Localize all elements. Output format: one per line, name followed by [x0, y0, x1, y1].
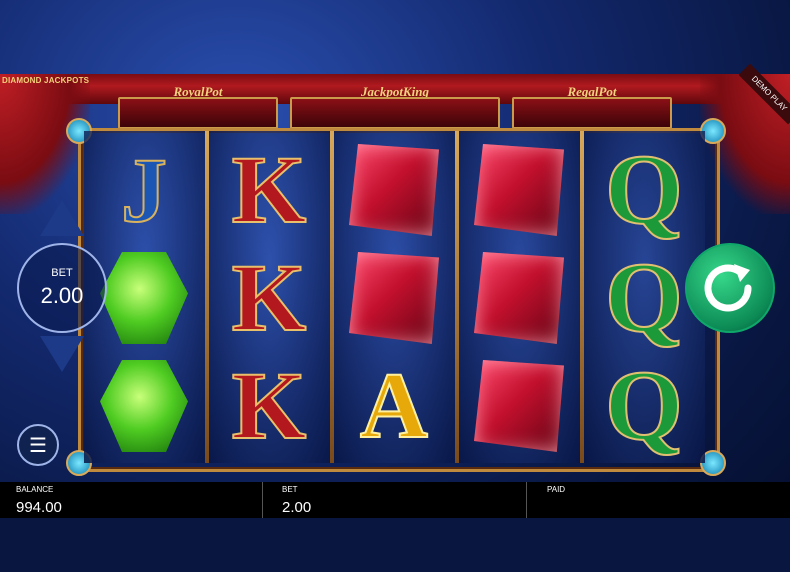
balance-cell: BALANCE 994.00 [10, 482, 263, 518]
symbol-k: K [215, 246, 323, 350]
symbol-letter: K [231, 352, 308, 459]
symbol-q: Q [590, 246, 698, 350]
ruby-gem-icon [349, 144, 439, 236]
ruby-symbol [465, 354, 573, 458]
reel-separator [205, 131, 209, 463]
bet-value: 2.00 [40, 283, 84, 308]
symbol-letter: A [359, 354, 429, 458]
balance-value: 994.00 [16, 499, 62, 516]
symbol-letter: Q [604, 134, 684, 245]
symbol-letter: Q [604, 242, 684, 353]
footer-bet-value: 2.00 [282, 499, 312, 516]
emerald-symbol [90, 354, 198, 458]
jackpot-royalpot: RoyalPot [118, 84, 278, 130]
menu-button[interactable]: ☰ [17, 424, 59, 466]
symbol-letter: J [120, 139, 168, 241]
symbol-letter: K [231, 136, 308, 243]
reel-separator [580, 131, 584, 463]
jackpot-jackpotking: JackpotKing [290, 84, 500, 130]
bet-decrease-button[interactable] [40, 336, 84, 372]
ruby-symbol [340, 138, 448, 242]
jackpot-value [290, 97, 500, 129]
footer-bar: BALANCE 994.00 BET 2.00 PAID [0, 482, 790, 518]
reel-separator [455, 131, 459, 463]
symbol-a: A [340, 354, 448, 458]
symbol-q: Q [590, 354, 698, 458]
paid-cell: PAID [541, 482, 781, 518]
brand-label: DIAMOND JACKPOTS [2, 76, 90, 85]
jackpot-value [512, 97, 672, 129]
jackpot-regalpot: RegalPot [512, 84, 672, 130]
ruby-gem-icon [349, 252, 439, 344]
paid-label: PAID [547, 485, 566, 494]
ruby-gem-icon [474, 252, 564, 344]
ruby-symbol [340, 246, 448, 350]
hamburger-icon: ☰ [29, 434, 47, 457]
footer-bet-cell: BET 2.00 [276, 482, 527, 518]
emerald-gem-icon [100, 360, 188, 452]
symbol-k: K [215, 138, 323, 242]
bet-label: BET [51, 267, 73, 279]
ruby-symbol [465, 246, 573, 350]
bottom-bar [0, 518, 790, 572]
ruby-gem-icon [474, 144, 564, 236]
balance-label: BALANCE [16, 485, 54, 494]
curtain-left [0, 74, 90, 214]
ruby-gem-icon [474, 360, 564, 452]
bet-panel[interactable]: BET 2.00 [17, 243, 107, 333]
spin-arrow-icon [704, 264, 752, 312]
symbol-k: K [215, 354, 323, 458]
emerald-gem-icon [100, 252, 188, 344]
symbol-j: J [90, 138, 198, 242]
footer-bet-label: BET [282, 485, 298, 494]
ruby-symbol [465, 138, 573, 242]
jackpot-value [118, 97, 278, 129]
spin-button[interactable] [685, 243, 775, 333]
emerald-symbol [90, 246, 198, 350]
reel-separator [330, 131, 334, 463]
symbol-letter: Q [604, 350, 684, 461]
symbol-letter: K [231, 244, 308, 351]
symbol-q: Q [590, 138, 698, 242]
bet-increase-button[interactable] [40, 200, 84, 236]
